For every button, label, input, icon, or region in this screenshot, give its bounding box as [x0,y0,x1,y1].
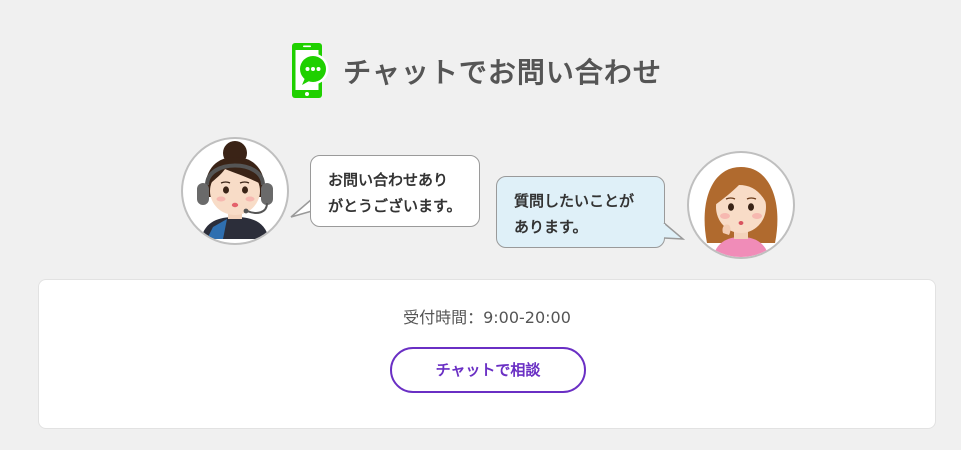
reception-hours: 受付時間：9:00-20:00 [403,308,571,327]
customer-speech-bubble: 質問したいことが あります。 [496,176,665,248]
customer-bubble-tail [663,222,685,240]
operator-message-line-1: お問い合わせあり [328,171,449,189]
chat-consult-button[interactable]: チャットで相談 [390,347,586,393]
page-header: チャットでお問い合わせ [0,40,961,102]
customer-avatar [687,151,795,259]
customer-illustration [704,167,778,257]
chat-contact-card: 受付時間：9:00-20:00 チャットで相談 [38,279,936,429]
chat-contact-page: チャットでお問い合わせ お問い合わせあり がとうございます。 質問したいことが … [0,0,961,450]
customer-message-line-2: あります。 [514,218,588,236]
operator-message-line-2: がとうございます。 [328,197,462,215]
operator-speech-bubble: お問い合わせあり がとうございます。 [310,155,480,227]
operator-illustration [197,141,273,239]
page-title: チャットでお問い合わせ [343,56,662,89]
customer-message-line-1: 質問したいことが [514,192,635,210]
chat-phone-icon [292,43,329,98]
operator-avatar [181,137,289,245]
